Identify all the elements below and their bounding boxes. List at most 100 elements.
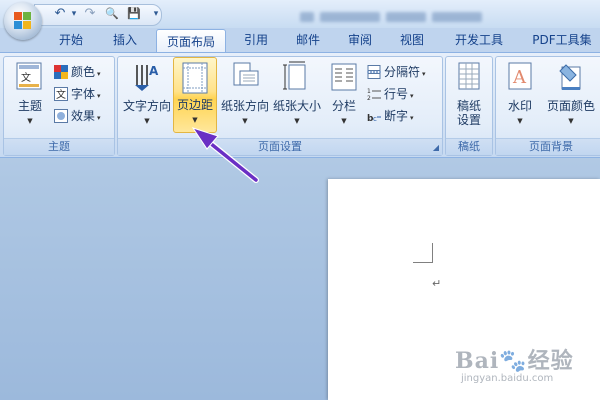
themes-button[interactable]: 文 主题 ▼	[8, 61, 52, 125]
theme-fonts-label: 字体	[71, 87, 96, 101]
columns-icon	[329, 61, 359, 93]
paragraph-mark: ↵	[432, 277, 442, 290]
chevron-down-icon: ▼	[192, 116, 198, 124]
watermark-button[interactable]: A 水印 ▼	[500, 61, 540, 125]
print-preview-icon[interactable]: 🔍	[104, 6, 120, 22]
size-button[interactable]: 纸张大小 ▼	[270, 61, 324, 125]
watermark-label: 水印	[507, 99, 532, 113]
watermark-brand-suffix: 经验	[527, 348, 574, 374]
tab-references[interactable]: 引用	[234, 28, 278, 52]
margins-icon	[180, 62, 210, 94]
margin-corner-mark	[432, 243, 433, 263]
theme-colors-label: 颜色	[71, 65, 96, 79]
themes-dropdown-icon: ▼	[27, 117, 33, 125]
theme-colors-icon	[54, 65, 68, 79]
theme-colors-button[interactable]: 颜色 ▾	[54, 63, 101, 81]
orientation-label: 纸张方向	[220, 99, 269, 113]
chevron-down-icon: ▼	[341, 117, 347, 125]
redo-icon[interactable]: ↷	[82, 6, 98, 22]
chevron-down-icon: ▼	[144, 117, 150, 125]
watermark-brand: Bai	[455, 348, 500, 374]
theme-fonts-icon: 文	[54, 87, 68, 101]
chevron-down-icon: ▾	[97, 92, 101, 100]
margins-button-highlight[interactable]: 页边距 ▼	[173, 57, 217, 133]
chevron-down-icon: ▼	[294, 117, 300, 125]
svg-text:文: 文	[56, 88, 66, 101]
draft-paper-icon	[454, 61, 484, 93]
theme-effects-label: 效果	[71, 109, 96, 123]
tab-home[interactable]: 开始	[48, 28, 94, 52]
text-direction-label: 文字方向	[122, 99, 171, 113]
tab-page-layout[interactable]: 页面布局	[156, 29, 226, 53]
line-numbers-button[interactable]: 12 行号 ▾	[367, 85, 414, 103]
chevron-down-icon: ▼	[517, 117, 523, 125]
hyphenation-button[interactable]: bc 断字 ▾	[367, 107, 414, 125]
page-background-group: A 水印 ▼ 页面颜色 ▼ 页面背景	[495, 56, 600, 156]
chevron-down-icon: ▼	[568, 117, 574, 125]
theme-group: 文 主题 ▼ 颜色 ▾ 文 字体 ▾ 效果 ▾ 主题	[3, 56, 115, 156]
orientation-button[interactable]: 纸张方向 ▼	[218, 61, 272, 125]
draft-paper-group: 稿纸 设置 稿纸	[445, 56, 493, 156]
columns-button[interactable]: 分栏 ▼	[326, 61, 362, 125]
draft-paper-label-1: 稿纸	[456, 99, 481, 113]
text-direction-button[interactable]: A 文字方向 ▼	[120, 61, 174, 125]
hyphenation-label: 断字	[384, 109, 409, 123]
tab-pdf-tools[interactable]: PDF工具集	[524, 28, 600, 52]
page-background-group-label: 页面背景	[496, 138, 600, 155]
tab-view[interactable]: 视图	[390, 28, 434, 52]
svg-text:文: 文	[21, 71, 31, 84]
line-numbers-icon: 12	[367, 87, 381, 102]
title-bar: ↶ ▾ ↷ 🔍 💾 ▾	[0, 0, 600, 28]
page-setup-group: A 文字方向 ▼ 纸张方向 ▼ 纸张大小 ▼ 分栏 ▼ 分隔符 ▾ 1 2 行号…	[117, 56, 443, 156]
ribbon-tabs: 开始 插入 页面布局 引用 邮件 审阅 视图 开发工具 PDF工具集	[0, 28, 600, 53]
text-direction-icon: A	[132, 61, 162, 93]
theme-fonts-button[interactable]: 文 字体 ▾	[54, 85, 101, 103]
tab-mailings[interactable]: 邮件	[286, 28, 330, 52]
baidu-watermark: Bai🐾经验 jingyan.baidu.com	[455, 343, 574, 384]
dialog-launcher-icon[interactable]: ◢	[433, 143, 439, 152]
chevron-down-icon: ▾	[422, 70, 426, 78]
page-color-button[interactable]: 页面颜色 ▼	[542, 61, 600, 125]
svg-text:c: c	[373, 115, 377, 123]
theme-effects-button[interactable]: 效果 ▾	[54, 107, 101, 125]
columns-label: 分栏	[331, 99, 356, 113]
svg-text:A: A	[149, 64, 159, 78]
margins-label: 页边距	[176, 98, 213, 112]
themes-label: 主题	[17, 99, 42, 113]
watermark-icon: A	[505, 61, 535, 93]
themes-icon: 文	[15, 61, 45, 93]
undo-dropdown-icon[interactable]: ▾	[66, 6, 82, 22]
tab-review[interactable]: 审阅	[338, 28, 382, 52]
ribbon: 文 主题 ▼ 颜色 ▾ 文 字体 ▾ 效果 ▾ 主题 A 文字方向 ▼ 纸张方向…	[0, 52, 600, 158]
window-title	[300, 7, 520, 22]
page-setup-group-label: 页面设置	[118, 138, 442, 155]
customize-qat-icon[interactable]: ▾	[148, 6, 164, 22]
line-numbers-label: 行号	[384, 87, 409, 101]
draft-paper-group-label: 稿纸	[446, 138, 492, 155]
svg-text:2: 2	[367, 95, 371, 101]
breaks-button[interactable]: 分隔符 ▾	[367, 63, 426, 81]
office-logo-icon	[14, 12, 32, 30]
chevron-down-icon: ▾	[410, 92, 414, 100]
paper-size-icon	[282, 61, 312, 93]
draft-paper-label-2: 设置	[456, 113, 481, 127]
save-icon[interactable]: 💾	[126, 6, 142, 22]
chevron-down-icon: ▾	[97, 70, 101, 78]
tab-developer[interactable]: 开发工具	[444, 28, 514, 52]
page-color-icon	[556, 61, 586, 93]
size-label: 纸张大小	[272, 99, 321, 113]
tab-insert[interactable]: 插入	[102, 28, 148, 52]
chevron-down-icon: ▼	[242, 117, 248, 125]
svg-text:1: 1	[367, 88, 371, 95]
margin-corner-mark	[413, 262, 433, 263]
breaks-label: 分隔符	[384, 65, 421, 79]
hyphenation-icon: bc	[367, 109, 381, 124]
paw-logo-icon: 🐾	[499, 348, 528, 374]
chevron-down-icon: ▾	[97, 114, 101, 122]
chevron-down-icon: ▾	[410, 114, 414, 122]
office-button[interactable]	[4, 2, 42, 40]
draft-paper-setup-button[interactable]: 稿纸 设置	[449, 61, 489, 127]
theme-group-label: 主题	[4, 138, 114, 155]
theme-effects-icon	[54, 109, 68, 123]
page-color-label: 页面颜色	[546, 99, 595, 113]
